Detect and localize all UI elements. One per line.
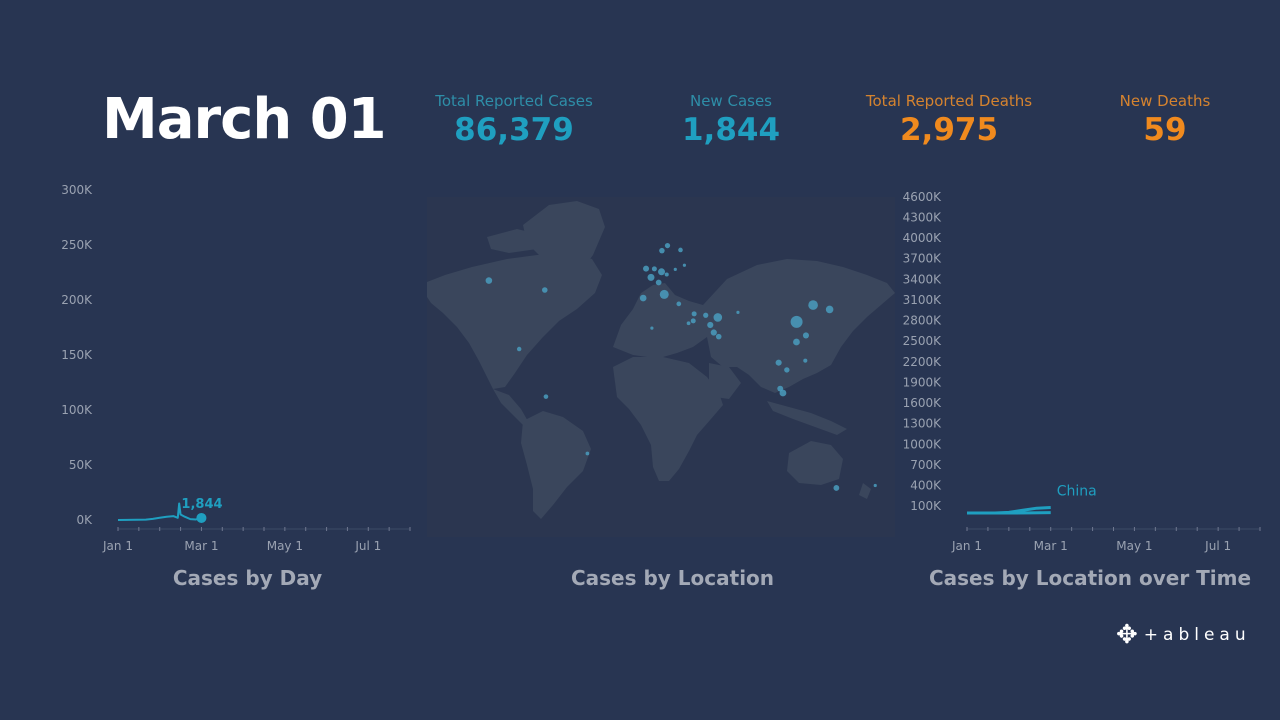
x-tick-label: Mar 1 <box>184 539 218 553</box>
map-case-point[interactable] <box>713 313 723 322</box>
map-case-point[interactable] <box>543 394 549 399</box>
map-case-point[interactable] <box>803 358 808 363</box>
cases-by-location-over-time-chart[interactable]: 100K 400K 700K 1000K 1300K 1600K 1900K 2200K 250… <box>895 178 1265 563</box>
map-case-point[interactable] <box>690 318 696 324</box>
y-tick-label: 1900K <box>903 375 943 389</box>
map-case-point[interactable] <box>678 247 683 253</box>
kpi-label: New Deaths <box>1119 92 1211 110</box>
kpi-value: 59 <box>1143 112 1187 148</box>
cases-by-location-title: Cases by Location <box>570 566 775 590</box>
x-tick-label: May 1 <box>1116 539 1152 553</box>
y-tick-label: 3400K <box>903 272 943 286</box>
kpi-label: New Cases <box>689 92 772 110</box>
map-case-point[interactable] <box>643 265 650 272</box>
y-tick-label: 100K <box>910 499 942 513</box>
kpi-total-reported-cases: Total Reported Cases 86,379 <box>424 92 604 148</box>
map-case-point[interactable] <box>703 312 709 318</box>
map-case-point[interactable] <box>790 315 803 328</box>
map-case-point[interactable] <box>873 483 877 488</box>
y-tick-label: 1600K <box>903 396 943 410</box>
map-case-point[interactable] <box>691 311 697 317</box>
map-case-point[interactable] <box>516 346 522 352</box>
y-tick-label: 4600K <box>903 190 943 204</box>
current-date-title: March 01 <box>102 87 387 152</box>
map-case-point[interactable] <box>647 273 655 281</box>
brand-wordmark: +ableau <box>1143 625 1251 645</box>
map-case-point[interactable] <box>664 272 669 277</box>
x-tick-label: Jul 1 <box>354 539 381 553</box>
y-tick-label: 2800K <box>903 314 943 328</box>
y-tick-label: 150K <box>61 348 93 362</box>
y-tick-label: 4300K <box>903 210 943 224</box>
kpi-label: Total Reported Deaths <box>865 92 1033 110</box>
map-case-point[interactable] <box>682 263 686 267</box>
kpi-value: 1,844 <box>681 112 781 148</box>
map-case-point[interactable] <box>777 385 784 392</box>
map-case-point[interactable] <box>715 333 722 340</box>
new-cases-data-label: 1,844 <box>181 497 222 512</box>
cases-by-day-chart[interactable]: 0K 50K 100K 150K 200K 250K 300K Jan 1 Mar 1 May 1… <box>40 178 420 563</box>
kpi-new-deaths: New Deaths 59 <box>1105 92 1225 148</box>
map-case-point[interactable] <box>710 329 717 336</box>
series-label: China <box>1057 484 1097 500</box>
y-tick-label: 3100K <box>903 293 943 307</box>
map-case-point[interactable] <box>775 359 782 366</box>
x-tick-label: Mar 1 <box>1034 539 1068 553</box>
map-case-point[interactable] <box>658 268 666 276</box>
y-tick-label: 300K <box>61 183 93 197</box>
y-tick-label: 0K <box>76 513 93 527</box>
current-day-point[interactable] <box>196 512 207 523</box>
map-case-point[interactable] <box>542 287 548 293</box>
map-case-point[interactable] <box>736 310 740 314</box>
map-case-point[interactable] <box>825 305 834 314</box>
map-case-point[interactable] <box>651 266 657 272</box>
map-case-point[interactable] <box>585 451 590 456</box>
kpi-total-reported-deaths: Total Reported Deaths 2,975 <box>854 92 1044 148</box>
map-case-point[interactable] <box>676 301 682 307</box>
x-tick-label: May 1 <box>267 539 303 553</box>
map-case-point[interactable] <box>639 294 647 302</box>
cases-by-location-over-time-title: Cases by Location over Time <box>928 566 1252 590</box>
y-tick-label: 200K <box>61 293 93 307</box>
y-tick-label: 250K <box>61 238 93 252</box>
map-case-point[interactable] <box>808 300 818 310</box>
map-case-point[interactable] <box>664 242 671 249</box>
y-tick-label: 400K <box>910 479 942 493</box>
map-case-point[interactable] <box>833 485 840 491</box>
y-tick-label: 1000K <box>903 437 943 451</box>
map-case-point[interactable] <box>659 289 669 299</box>
y-tick-label: 700K <box>910 458 942 472</box>
map-case-point[interactable] <box>659 247 665 254</box>
map-case-point[interactable] <box>673 267 677 271</box>
map-case-point[interactable] <box>650 326 654 330</box>
x-tick-label: Jan 1 <box>951 539 982 553</box>
tableau-logo-icon: ✥ <box>1116 620 1138 650</box>
kpi-label: Total Reported Cases <box>435 92 593 110</box>
cases-by-location-map[interactable] <box>427 197 895 537</box>
map-case-point[interactable] <box>707 321 714 329</box>
kpi-new-cases: New Cases 1,844 <box>651 92 811 148</box>
y-tick-label: 3700K <box>903 252 943 266</box>
map-case-point[interactable] <box>784 367 790 373</box>
y-tick-label: 2200K <box>903 355 943 369</box>
map-case-point[interactable] <box>686 321 691 326</box>
map-case-point[interactable] <box>793 338 800 346</box>
tableau-brand: ✥ +ableau <box>1116 622 1251 648</box>
y-tick-label: 50K <box>69 458 93 472</box>
kpi-value: 2,975 <box>899 112 999 148</box>
map-case-point[interactable] <box>802 332 809 339</box>
y-tick-label: 100K <box>61 403 93 417</box>
y-tick-label: 4000K <box>903 231 943 245</box>
cases-by-day-title: Cases by Day <box>172 566 323 590</box>
x-tick-label: Jan 1 <box>102 539 133 553</box>
y-tick-label: 1300K <box>903 417 943 431</box>
map-case-point[interactable] <box>485 277 493 284</box>
kpi-value: 86,379 <box>454 112 574 148</box>
x-tick-label: Jul 1 <box>1204 539 1231 553</box>
map-case-point[interactable] <box>655 279 662 286</box>
y-tick-label: 2500K <box>903 334 943 348</box>
